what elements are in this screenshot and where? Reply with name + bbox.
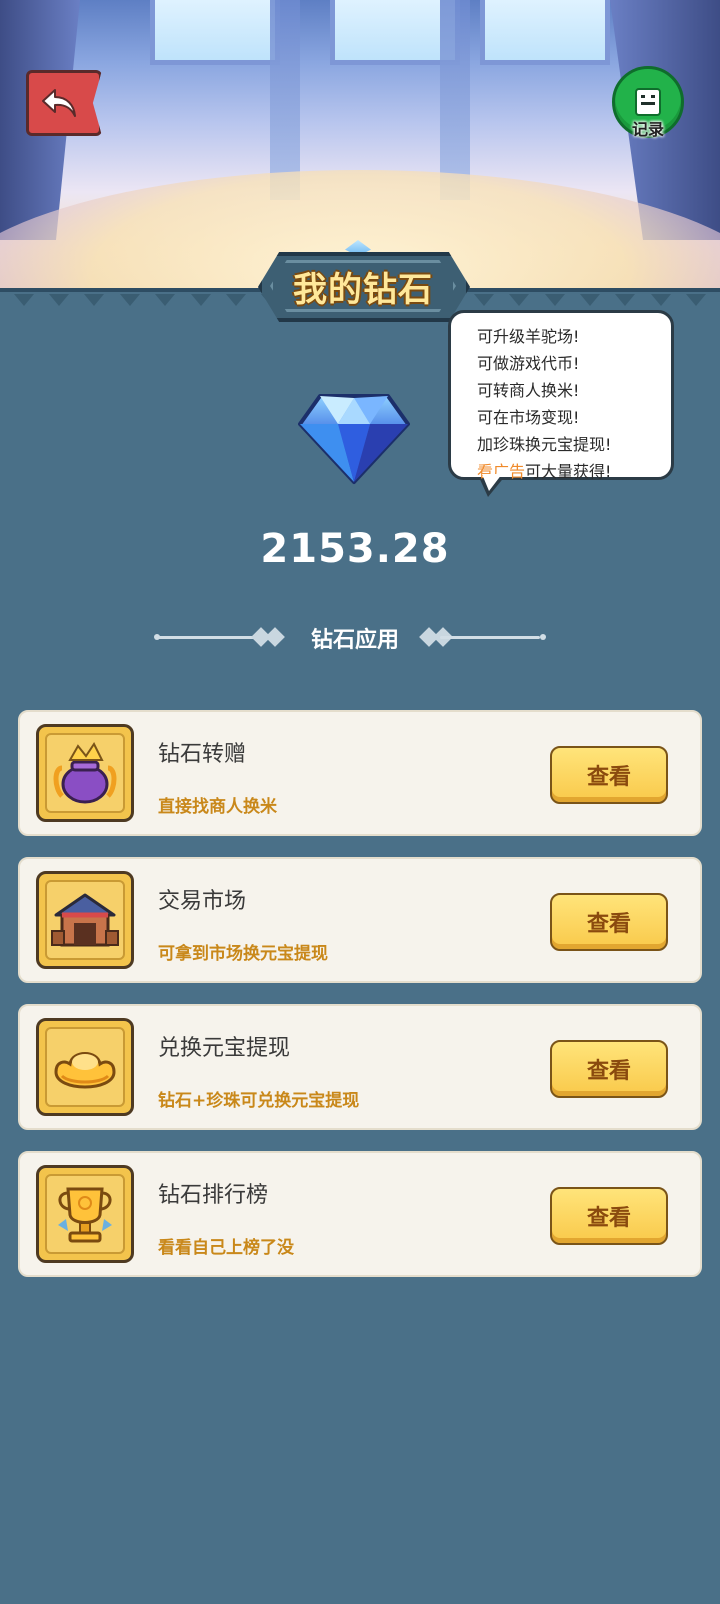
app-subtitle: 直接找商人换米 (158, 797, 277, 817)
gift-bag-icon (53, 742, 117, 804)
section-title: 钻石应用 (310, 628, 399, 653)
tip-line: 加珍珠换元宝提现! (477, 435, 612, 454)
app-title: 钻石转赠 (158, 742, 247, 767)
tip-line-ad: 看广告可大量获得! (477, 458, 661, 485)
tips-bubble: 可升级羊驼场! 可做游戏代币! 可转商人换米! 可在市场变现! 加珍珠换元宝提现… (448, 310, 674, 481)
gold-ingot-icon (54, 1052, 116, 1089)
app-card-exchange[interactable]: 兑换元宝提现 钻石+珍珠可兑换元宝提现 查看 (18, 1004, 702, 1130)
app-card-market[interactable]: 交易市场 可拿到市场换元宝提现 查看 (18, 857, 702, 983)
app-subtitle: 可拿到市场换元宝提现 (158, 944, 328, 964)
tip-line: 可升级羊驼场! (477, 327, 580, 346)
window (480, 0, 610, 65)
market-stall-icon (51, 893, 119, 947)
bubble-tail-inner (482, 474, 502, 491)
view-button[interactable]: 查看 (550, 1187, 668, 1245)
back-arrow-icon (42, 89, 76, 117)
diamond-balance: 2153.28 (260, 526, 450, 572)
app-card-transfer[interactable]: 钻石转赠 直接找商人换米 查看 (18, 710, 702, 836)
ad-rest: 可大量获得! (525, 462, 612, 481)
tip-line: 可在市场变现! (477, 408, 580, 427)
pillar (270, 0, 300, 200)
view-button[interactable]: 查看 (550, 746, 668, 804)
view-button[interactable]: 查看 (550, 893, 668, 951)
app-title: 钻石排行榜 (158, 1183, 269, 1208)
diamond-icon (298, 394, 410, 484)
icon-frame (36, 871, 134, 969)
app-title: 交易市场 (158, 889, 247, 914)
page-title: 我的钻石 (293, 269, 433, 310)
app-subtitle: 看看自己上榜了没 (158, 1238, 294, 1258)
app-title: 兑换元宝提现 (158, 1036, 291, 1061)
icon-frame (36, 1165, 134, 1263)
view-button[interactable]: 查看 (550, 1040, 668, 1098)
section-header: 钻石应用 (150, 620, 570, 654)
trophy-icon (58, 1187, 112, 1243)
app-card-ranking[interactable]: 钻石排行榜 看看自己上榜了没 查看 (18, 1151, 702, 1277)
title-frame: 我的钻石 (270, 260, 456, 312)
tip-line: 可做游戏代币! (477, 354, 580, 373)
back-button[interactable] (26, 70, 102, 136)
icon-frame (36, 724, 134, 822)
tip-line: 可转商人换米! (477, 381, 580, 400)
app-subtitle: 钻石+珍珠可兑换元宝提现 (158, 1091, 360, 1111)
document-icon (635, 88, 661, 116)
icon-frame (36, 1018, 134, 1116)
window (150, 0, 280, 65)
pillar (440, 0, 470, 200)
record-label[interactable]: 记录 (612, 116, 684, 140)
